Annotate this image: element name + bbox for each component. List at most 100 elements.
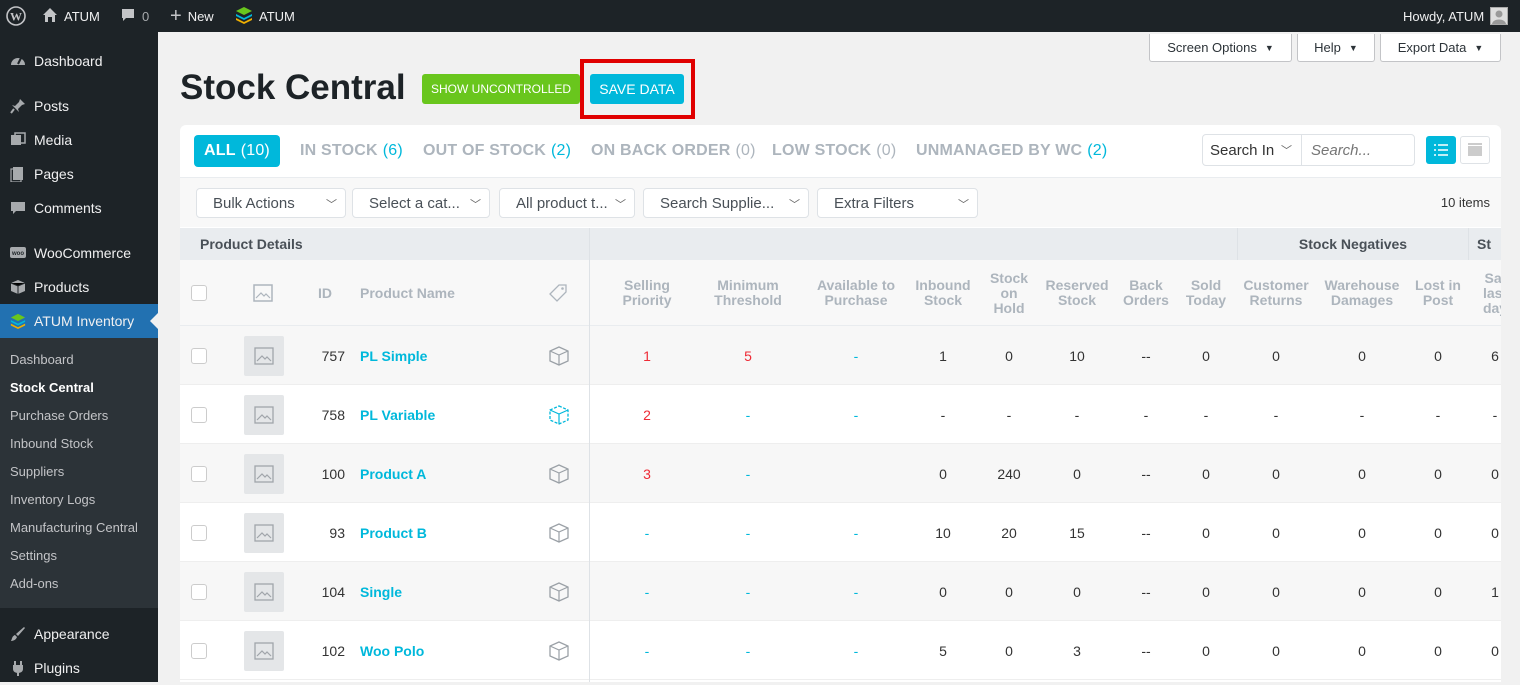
search-in-dropdown[interactable]: Search In ﹀ [1202,134,1302,166]
sidebar-item-posts[interactable]: Posts [0,89,158,123]
table-row[interactable]: 104 Single - - -0 0 0 -- 0 0 0 0 1 [180,562,1501,621]
column-header[interactable]: Warehouse Damages [1317,260,1407,326]
table-row[interactable]: 758 PL Variable 2- - - - - - - - - - - [180,385,1501,444]
table-cell[interactable]: - [816,621,896,680]
comments-link[interactable]: 0 [120,0,149,32]
table-cell[interactable]: - [816,385,896,444]
table-cell[interactable]: - [698,385,798,444]
bulk-actions-select[interactable]: Bulk Actions ﹀ [196,188,346,218]
row-checkbox[interactable] [190,326,208,385]
atum-adminbar-link[interactable]: ATUM [235,0,295,32]
sidebar-item-dashboard[interactable]: Dashboard [0,44,158,78]
view-out-of-stock[interactable]: OUT OF STOCK (2) [423,135,571,167]
view-low-stock[interactable]: LOW STOCK (0) [772,135,896,167]
table-cell[interactable]: - [698,621,798,680]
submenu-dashboard[interactable]: Dashboard [10,351,74,369]
sidebar-item-appearance[interactable]: Appearance [0,617,158,651]
extra-filters-select[interactable]: Extra Filters ﹀ [817,188,978,218]
paintbrush-icon [10,626,26,642]
table-cell[interactable]: 1 [602,326,692,385]
table-row[interactable]: 102 Woo Polo - - -5 0 3 -- 0 0 0 0 0 [180,621,1501,680]
product-name-link[interactable]: Single [360,562,520,621]
sidebar-item-media[interactable]: Media [0,123,158,157]
table-cell[interactable]: - [602,621,692,680]
column-header-product-name[interactable]: Product Name [360,260,480,326]
table-cell[interactable]: - [698,503,798,562]
product-type-box-icon [545,385,573,444]
product-name-link[interactable]: PL Simple [360,326,520,385]
column-header[interactable]: Available to Purchase [816,260,896,326]
submenu-purchase-orders[interactable]: Purchase Orders [10,407,108,425]
column-header[interactable]: Minimum Threshold [698,260,798,326]
export-data-button[interactable]: Export Data ▼ [1380,34,1501,62]
submenu-manufacturing-central[interactable]: Manufacturing Central [10,519,138,537]
row-checkbox[interactable] [190,503,208,562]
help-button[interactable]: Help ▼ [1297,34,1375,62]
table-cell[interactable]: - [816,503,896,562]
table-cell: 15 [1069,524,1085,541]
sidebar-item-pages[interactable]: Pages [0,157,158,191]
supplier-select[interactable]: Search Supplie... ﹀ [643,188,809,218]
product-name-link[interactable]: Product A [360,444,520,503]
sidebar-item-products[interactable]: Products [0,270,158,304]
table-cell[interactable] [816,444,896,503]
sidebar-item-atum-inventory[interactable]: ATUM Inventory [0,304,158,338]
screen-options-button[interactable]: Screen Options ▼ [1149,34,1292,62]
table-cell[interactable]: 5 [698,326,798,385]
row-checkbox[interactable] [190,385,208,444]
select-all-checkbox[interactable] [190,260,208,326]
submenu-inventory-logs[interactable]: Inventory Logs [10,491,95,509]
table-cell[interactable]: - [602,503,692,562]
column-header[interactable]: Customer Returns [1236,260,1316,326]
row-checkbox[interactable] [190,562,208,621]
table-cell[interactable]: 2 [602,385,692,444]
table-row[interactable]: 757 PL Simple 1 5-1 0 10 -- 0 0 0 0 6 [180,326,1501,385]
view-unmanaged-by-wc[interactable]: UNMANAGED BY WC (2) [916,135,1107,167]
wordpress-logo-icon[interactable]: W [6,0,26,32]
account-menu[interactable]: Howdy, ATUM [1403,0,1509,32]
column-header[interactable]: Stock on Hold [984,260,1034,326]
product-type-select[interactable]: All product t... ﹀ [499,188,635,218]
column-header[interactable]: Lost in Post [1408,260,1468,326]
column-header[interactable]: Sold Today [1181,260,1231,326]
sidebar-item-plugins[interactable]: Plugins [0,651,158,685]
table-row[interactable]: 100 Product A 3- 0 240 0 -- 0 0 0 0 0 [180,444,1501,503]
table-cell: - [1492,406,1498,423]
sidebar-item-comments[interactable]: Comments [0,191,158,225]
column-header[interactable]: Back Orders [1116,260,1176,326]
sidebar-item-woocommerce[interactable]: woo WooCommerce [0,236,158,270]
submenu-add-ons[interactable]: Add-ons [10,575,58,593]
view-all[interactable]: ALL (10) [194,135,280,167]
row-checkbox[interactable] [190,444,208,503]
table-cell[interactable]: - [816,562,896,621]
column-header[interactable]: Selling Priority [602,260,692,326]
submenu-stock-central[interactable]: Stock Central [10,379,94,397]
product-name-link[interactable]: Woo Polo [360,621,520,680]
submenu-suppliers[interactable]: Suppliers [10,463,64,481]
column-header[interactable]: Reserved Stock [1042,260,1112,326]
view-on-back-order[interactable]: ON BACK ORDER (0) [591,135,756,167]
table-cell[interactable]: - [698,562,798,621]
row-checkbox[interactable] [190,621,208,680]
column-header[interactable]: Inbound Stock [913,260,973,326]
new-content-link[interactable]: + New [170,0,214,32]
save-data-button[interactable]: SAVE DATA [590,74,684,104]
product-name-link[interactable]: PL Variable [360,385,520,444]
table-cell[interactable]: - [698,444,798,503]
view-in-stock[interactable]: IN STOCK (6) [300,135,403,167]
column-header[interactable]: Sal last day [1475,260,1501,326]
table-cell[interactable]: - [816,326,896,385]
column-header-id[interactable]: ID [305,260,345,326]
table-row[interactable]: 93 Product B - - -10 20 15 -- 0 0 0 0 0 [180,503,1501,562]
submenu-inbound-stock[interactable]: Inbound Stock [10,435,93,453]
barcode-view-toggle[interactable] [1460,136,1490,164]
list-view-toggle[interactable] [1426,136,1456,164]
show-uncontrolled-button[interactable]: SHOW UNCONTROLLED [422,74,580,104]
table-cell[interactable]: 3 [602,444,692,503]
site-name-link[interactable]: ATUM [42,0,100,32]
search-input[interactable] [1301,134,1415,166]
product-name-link[interactable]: Product B [360,503,520,562]
table-cell[interactable]: - [602,562,692,621]
submenu-settings[interactable]: Settings [10,547,57,565]
category-select[interactable]: Select a cat... ﹀ [352,188,490,218]
